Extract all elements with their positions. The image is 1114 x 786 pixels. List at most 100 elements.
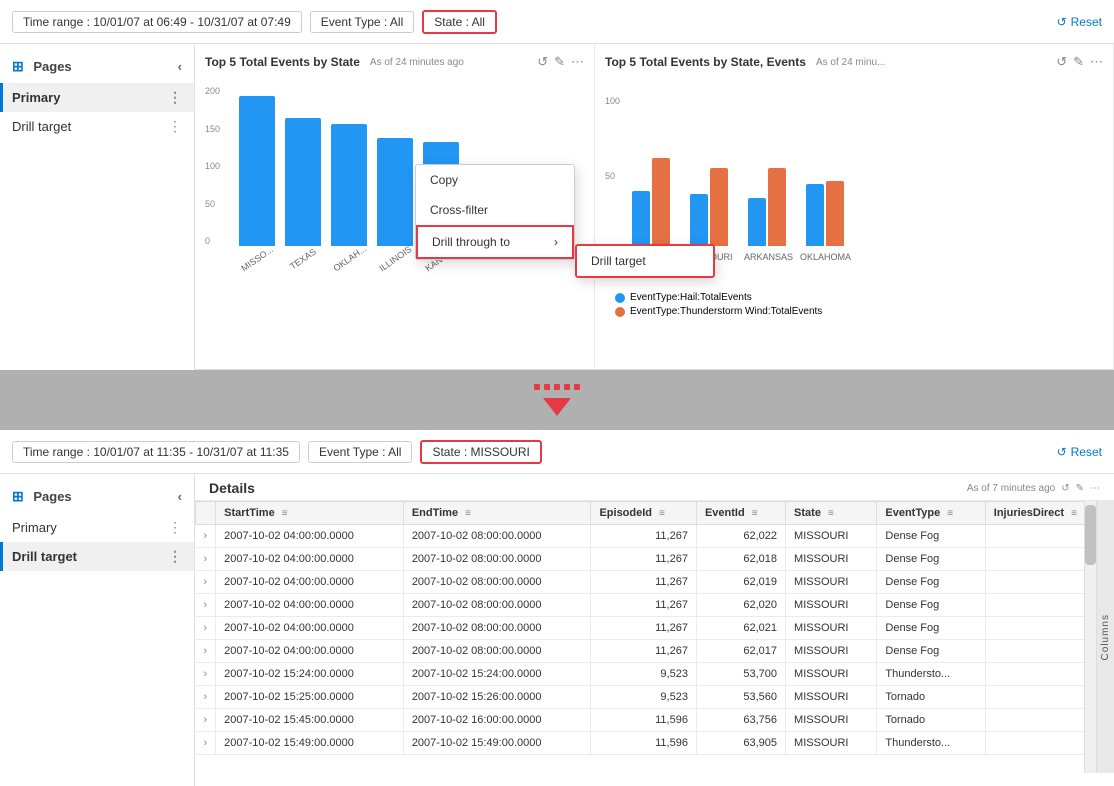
col-eventtype[interactable]: EventType ≡ bbox=[877, 502, 985, 525]
cell-eventid: 63,756 bbox=[696, 709, 785, 732]
details-more-icon[interactable]: ⋯ bbox=[1090, 483, 1100, 494]
refresh-icon2[interactable]: ↺ bbox=[1056, 54, 1067, 70]
cell-starttime: 2007-10-02 04:00:00.0000 bbox=[216, 594, 404, 617]
table-row: › 2007-10-02 04:00:00.0000 2007-10-02 08… bbox=[196, 640, 1114, 663]
bar-illinois[interactable] bbox=[377, 138, 413, 246]
cell-state: MISSOURI bbox=[786, 548, 877, 571]
sidebar-item-drill-target[interactable]: Drill target ⋮ bbox=[0, 112, 194, 141]
more-icon-drill[interactable]: ⋮ bbox=[168, 118, 182, 135]
columns-label: Columns bbox=[1100, 614, 1111, 660]
bottom-sidebar-item-drill-target[interactable]: Drill target ⋮ bbox=[0, 542, 194, 571]
bar-arkansas-orange[interactable] bbox=[768, 168, 786, 246]
cell-eventtype: Dense Fog bbox=[877, 640, 985, 663]
bottom-state-filter[interactable]: State : MISSOURI bbox=[420, 440, 541, 464]
bottom-reset-button[interactable]: ↺ Reset bbox=[1057, 445, 1102, 459]
bar-misso[interactable] bbox=[239, 96, 275, 246]
more-icon2[interactable]: ⋯ bbox=[1090, 54, 1103, 70]
top-reset-button[interactable]: ↺ Reset bbox=[1057, 15, 1102, 29]
cell-starttime: 2007-10-02 04:00:00.0000 bbox=[216, 525, 404, 548]
bar-oklahoma-orange[interactable] bbox=[826, 181, 844, 246]
refresh-icon[interactable]: ↺ bbox=[537, 54, 548, 70]
clustered-oklahoma bbox=[806, 181, 844, 246]
bottom-more-icon-primary[interactable]: ⋮ bbox=[168, 519, 182, 536]
cell-eventtype: Thundersto... bbox=[877, 663, 985, 686]
cell-starttime: 2007-10-02 04:00:00.0000 bbox=[216, 548, 404, 571]
top-sidebar: ⊞ Pages ‹ Primary ⋮ Drill target ⋮ bbox=[0, 44, 195, 370]
expand-cell[interactable]: › bbox=[196, 709, 216, 732]
cell-eventtype: Dense Fog bbox=[877, 594, 985, 617]
pages-header: ⊞ Pages ‹ bbox=[0, 54, 194, 83]
bottom-event-type-filter[interactable]: Event Type : All bbox=[308, 441, 413, 463]
col-episodeid[interactable]: EpisodeId ≡ bbox=[591, 502, 697, 525]
clustered-arkansas bbox=[748, 168, 786, 246]
scrollbar-thumb[interactable] bbox=[1085, 505, 1096, 565]
expand-cell[interactable]: › bbox=[196, 548, 216, 571]
expand-cell[interactable]: › bbox=[196, 571, 216, 594]
expand-cell[interactable]: › bbox=[196, 732, 216, 755]
cell-eventtype: Dense Fog bbox=[877, 548, 985, 571]
bar-missouri-blue[interactable] bbox=[690, 194, 708, 246]
event-type-filter[interactable]: Event Type : All bbox=[310, 11, 415, 33]
chart1-yaxis: 200 150 100 50 0 bbox=[205, 86, 224, 246]
columns-sidebar[interactable]: Columns bbox=[1096, 501, 1114, 773]
bottom-sidebar-item-primary[interactable]: Primary ⋮ bbox=[0, 513, 194, 542]
bar-michigan-blue[interactable] bbox=[632, 191, 650, 246]
legend-dot-orange bbox=[615, 307, 625, 317]
edit-icon[interactable]: ✎ bbox=[554, 54, 565, 70]
collapse-icon[interactable]: ‹ bbox=[178, 59, 182, 74]
cell-eventtype: Dense Fog bbox=[877, 617, 985, 640]
bottom-collapse-icon[interactable]: ‹ bbox=[178, 489, 182, 504]
clustered-missouri bbox=[690, 168, 728, 246]
table-row: › 2007-10-02 04:00:00.0000 2007-10-02 08… bbox=[196, 548, 1114, 571]
submenu-drill-target[interactable]: Drill target bbox=[577, 246, 713, 276]
bottom-time-range-filter[interactable]: Time range : 10/01/07 at 11:35 - 10/31/0… bbox=[12, 441, 300, 463]
bar-oklahoma-blue[interactable] bbox=[806, 184, 824, 246]
cell-eventtype: Thundersto... bbox=[877, 732, 985, 755]
cell-endtime: 2007-10-02 15:26:00.0000 bbox=[403, 686, 591, 709]
details-refresh-icon[interactable]: ↺ bbox=[1061, 483, 1069, 494]
submenu: Drill target bbox=[575, 244, 715, 278]
chart2-meta: As of 24 minu... bbox=[816, 57, 885, 68]
expand-cell[interactable]: › bbox=[196, 525, 216, 548]
bottom-more-icon-drill[interactable]: ⋮ bbox=[168, 548, 182, 565]
col-endtime[interactable]: EndTime ≡ bbox=[403, 502, 591, 525]
col-eventid[interactable]: EventId ≡ bbox=[696, 502, 785, 525]
reset-icon: ↺ bbox=[1057, 15, 1067, 29]
expand-cell[interactable]: › bbox=[196, 640, 216, 663]
cell-endtime: 2007-10-02 15:24:00.0000 bbox=[403, 663, 591, 686]
expand-cell[interactable]: › bbox=[196, 663, 216, 686]
expand-cell[interactable]: › bbox=[196, 594, 216, 617]
col-state[interactable]: State ≡ bbox=[786, 502, 877, 525]
table-row: › 2007-10-02 15:25:00.0000 2007-10-02 15… bbox=[196, 686, 1114, 709]
expand-cell[interactable]: › bbox=[196, 686, 216, 709]
cell-episodeid: 11,267 bbox=[591, 640, 697, 663]
bar-arkansas-blue[interactable] bbox=[748, 198, 766, 246]
cell-eventid: 62,017 bbox=[696, 640, 785, 663]
more-icon[interactable]: ⋯ bbox=[571, 54, 584, 70]
cell-endtime: 2007-10-02 16:00:00.0000 bbox=[403, 709, 591, 732]
bar-texas[interactable] bbox=[285, 118, 321, 246]
cell-episodeid: 9,523 bbox=[591, 663, 697, 686]
bottom-sidebar: ⊞ Pages ‹ Primary ⋮ Drill target ⋮ bbox=[0, 474, 195, 786]
bar-missouri-orange[interactable] bbox=[710, 168, 728, 246]
scrollbar[interactable] bbox=[1084, 501, 1096, 773]
edit-icon2[interactable]: ✎ bbox=[1073, 54, 1084, 70]
details-edit-icon[interactable]: ✎ bbox=[1076, 483, 1084, 494]
col-starttime[interactable]: StartTime ≡ bbox=[216, 502, 404, 525]
cell-starttime: 2007-10-02 04:00:00.0000 bbox=[216, 640, 404, 663]
bar-michigan-orange[interactable] bbox=[652, 158, 670, 246]
table-row: › 2007-10-02 04:00:00.0000 2007-10-02 08… bbox=[196, 617, 1114, 640]
expand-cell[interactable]: › bbox=[196, 617, 216, 640]
context-menu-drill-through[interactable]: Drill through to › bbox=[416, 225, 574, 259]
context-menu-copy[interactable]: Copy bbox=[416, 165, 574, 195]
cell-endtime: 2007-10-02 08:00:00.0000 bbox=[403, 525, 591, 548]
table-row: › 2007-10-02 04:00:00.0000 2007-10-02 08… bbox=[196, 525, 1114, 548]
cell-state: MISSOURI bbox=[786, 617, 877, 640]
table-row: › 2007-10-02 04:00:00.0000 2007-10-02 08… bbox=[196, 594, 1114, 617]
sidebar-item-primary[interactable]: Primary ⋮ bbox=[0, 83, 194, 112]
more-icon-primary[interactable]: ⋮ bbox=[168, 89, 182, 106]
bar-oklah[interactable] bbox=[331, 124, 367, 246]
context-menu-cross-filter[interactable]: Cross-filter bbox=[416, 195, 574, 225]
time-range-filter[interactable]: Time range : 10/01/07 at 06:49 - 10/31/0… bbox=[12, 11, 302, 33]
state-filter[interactable]: State : All bbox=[422, 10, 497, 34]
